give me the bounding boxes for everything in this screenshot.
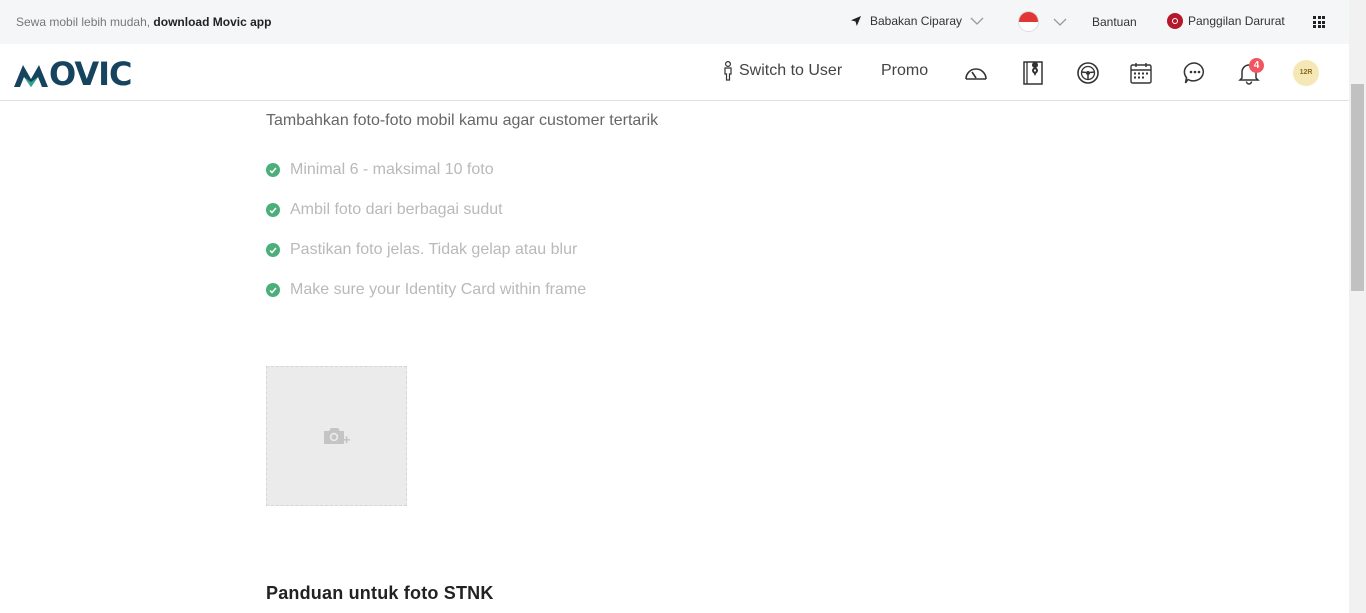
app-promo-text: Sewa mobil lebih mudah, xyxy=(16,15,154,29)
emergency-label: Panggilan Darurat xyxy=(1188,14,1285,28)
switch-to-user-label: Switch to User xyxy=(739,62,843,79)
help-link[interactable]: Bantuan xyxy=(1092,15,1137,29)
list-item: Minimal 6 - maksimal 10 foto xyxy=(266,161,586,201)
emergency-call-button[interactable]: Panggilan Darurat xyxy=(1167,13,1285,29)
logo-text: OVIC xyxy=(49,55,132,93)
check-circle-icon xyxy=(266,243,280,257)
avatar[interactable]: 12R xyxy=(1293,60,1319,86)
list-item: Ambil foto dari berbagai sudut xyxy=(266,201,586,241)
check-circle-icon xyxy=(266,203,280,217)
speedometer-icon[interactable] xyxy=(963,60,989,86)
guide-title: Panduan untuk foto STNK xyxy=(266,583,494,603)
main-header: OVIC Switch to User Promo 4 12R xyxy=(0,44,1349,101)
chevron-down-icon xyxy=(970,17,984,25)
flag-indonesia-icon xyxy=(1018,11,1039,32)
list-item: Make sure your Identity Card within fram… xyxy=(266,281,586,321)
emergency-icon xyxy=(1167,13,1183,29)
camera-plus-icon xyxy=(323,428,350,444)
list-item-label: Make sure your Identity Card within fram… xyxy=(290,281,587,298)
calendar-icon[interactable] xyxy=(1128,60,1154,86)
list-item-label: Ambil foto dari berbagai sudut xyxy=(290,201,503,218)
movic-logo[interactable]: OVIC xyxy=(14,58,132,90)
list-item: Pastikan foto jelas. Tidak gelap atau bl… xyxy=(266,241,586,281)
location-selector[interactable]: Babakan Ciparay xyxy=(850,14,984,28)
photo-checklist: Minimal 6 - maksimal 10 foto Ambil foto … xyxy=(266,161,586,321)
location-label: Babakan Ciparay xyxy=(870,14,963,28)
download-app-link[interactable]: download Movic app xyxy=(153,15,271,29)
app-promo: Sewa mobil lebih mudah, download Movic a… xyxy=(16,15,271,29)
switch-to-user-button[interactable]: Switch to User xyxy=(722,61,842,81)
language-selector[interactable] xyxy=(1018,11,1067,32)
map-book-icon[interactable] xyxy=(1020,60,1046,86)
chevron-down-icon xyxy=(1053,18,1067,26)
location-arrow-icon xyxy=(851,16,861,26)
section-subtitle: Tambahkan foto-foto mobil kamu agar cust… xyxy=(266,112,659,129)
scrollbar[interactable] xyxy=(1349,0,1366,613)
check-circle-icon xyxy=(266,163,280,177)
steering-wheel-icon[interactable] xyxy=(1075,60,1101,86)
apps-grid-icon[interactable] xyxy=(1313,16,1325,28)
list-item-label: Minimal 6 - maksimal 10 foto xyxy=(290,161,494,178)
top-strip: Sewa mobil lebih mudah, download Movic a… xyxy=(0,0,1349,44)
person-icon xyxy=(724,61,732,81)
notification-badge: 4 xyxy=(1249,58,1264,73)
chat-icon[interactable] xyxy=(1182,60,1208,86)
scrollbar-thumb[interactable] xyxy=(1351,84,1364,291)
list-item-label: Pastikan foto jelas. Tidak gelap atau bl… xyxy=(290,241,578,258)
promo-link[interactable]: Promo xyxy=(881,62,928,80)
check-circle-icon xyxy=(266,283,280,297)
logo-m-mark xyxy=(14,65,48,87)
photo-upload-box[interactable] xyxy=(266,366,407,506)
